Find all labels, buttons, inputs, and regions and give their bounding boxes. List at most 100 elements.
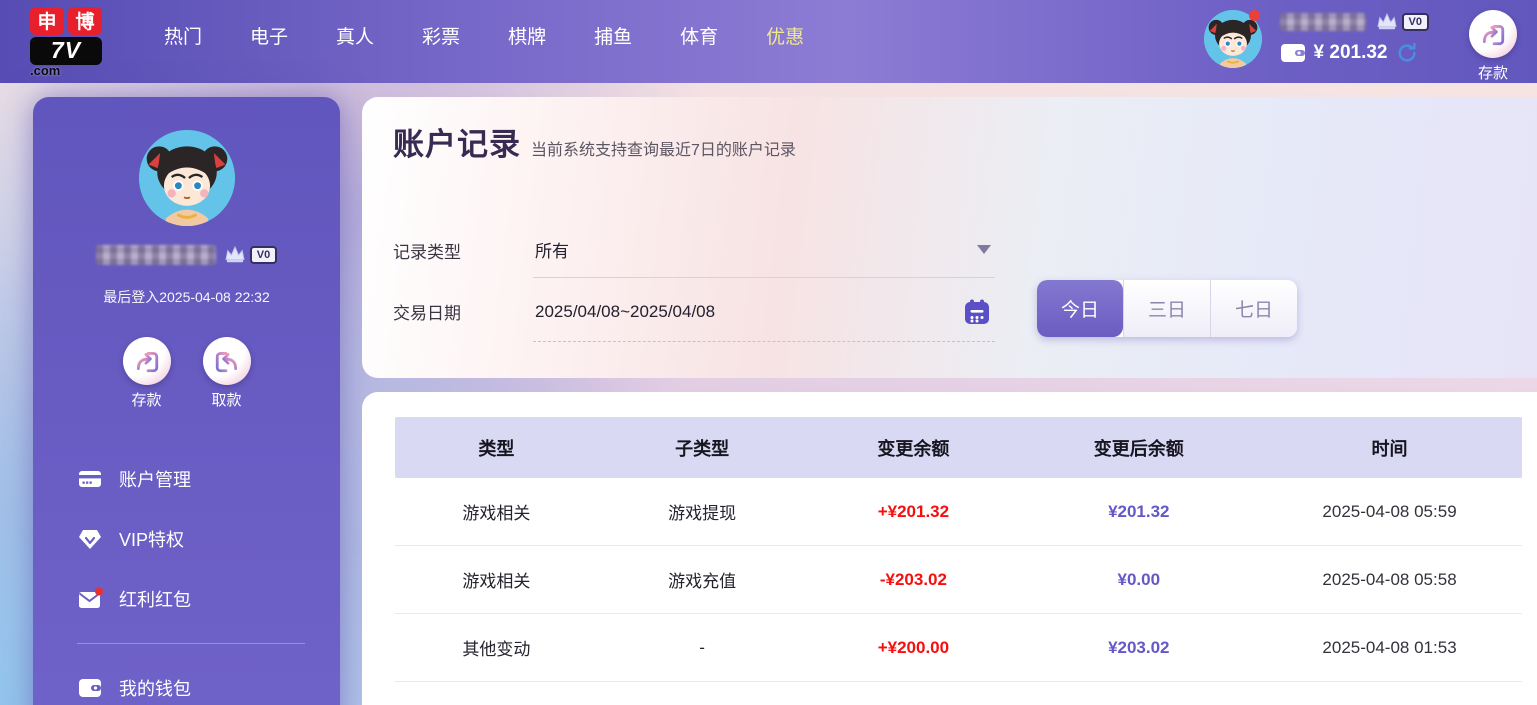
cell-subtype: 游戏提现 [668, 504, 737, 523]
records-table: 类型 子类型 变更余额 变更后余额 时间 游戏相关 游戏提现 +¥201.32 … [395, 417, 1522, 682]
range-tab-seven-days[interactable]: 七日 [1210, 280, 1297, 337]
account-records-page: 申 博 7V .com 热门 电子 真人 彩票 棋牌 捕鱼 体育 优惠 V0 ¥… [0, 0, 1537, 705]
last-login-text: 最后登入2025-04-08 22:32 [103, 289, 270, 305]
deposit-arrow-icon [1482, 25, 1505, 46]
sidebar-item-label: 我的钱包 [119, 679, 191, 699]
transaction-date-label: 交易日期 [393, 304, 461, 323]
sidebar-menu: 账户管理 VIP特权 红利红包 我的钱包 [77, 449, 305, 705]
cell-subtype: 游戏充值 [668, 572, 737, 591]
cell-change-amount: +¥201.32 [877, 501, 950, 521]
sidebar-item-label: VIP特权 [119, 530, 185, 550]
vip-level-label: V0 [1401, 13, 1429, 31]
logo-badge-shen: 申 [30, 6, 64, 35]
masked-username [1279, 13, 1366, 31]
gem-icon [77, 526, 103, 552]
main-menu: 热门 电子 真人 彩票 棋牌 捕鱼 体育 优惠 [140, 0, 828, 83]
cell-time: 2025-04-08 05:58 [1322, 569, 1457, 589]
bank-card-icon [77, 466, 103, 492]
sidebar-deposit-button[interactable]: 存款 [122, 337, 171, 410]
cell-time: 2025-04-08 05:59 [1322, 501, 1457, 521]
balance-amount: ¥ 201.32 [1313, 42, 1388, 63]
topbar-user-area: V0 ¥ 201.32 存款 [1203, 0, 1537, 83]
refresh-balance-icon[interactable] [1396, 42, 1418, 64]
logo-com: .com [30, 62, 61, 78]
masked-username [95, 245, 216, 265]
nav-item-lottery[interactable]: 彩票 [398, 0, 484, 83]
record-type-row: 记录类型 所有 [393, 229, 995, 278]
range-tab-three-days[interactable]: 三日 [1123, 280, 1210, 337]
sidebar-item-bonus-redpacket[interactable]: 红利红包 [77, 569, 305, 629]
sidebar-divider [77, 643, 305, 644]
crown-icon [1376, 13, 1397, 30]
cell-time: 2025-04-08 01:53 [1322, 637, 1457, 657]
logo-badge-bo: 博 [68, 6, 102, 35]
vip-level-label: V0 [249, 246, 278, 264]
cell-balance-after: ¥0.00 [1117, 569, 1161, 589]
col-header-balance-after: 变更后余额 [1093, 438, 1184, 459]
cell-type: 游戏相关 [462, 504, 531, 523]
wallet-icon [1280, 44, 1305, 62]
table-row: 游戏相关 游戏充值 -¥203.02 ¥0.00 2025-04-08 05:5… [395, 546, 1522, 614]
nav-item-chess[interactable]: 棋牌 [484, 0, 570, 83]
record-type-label: 记录类型 [393, 243, 461, 262]
filter-panel: 账户记录 当前系统支持查询最近7日的账户记录 记录类型 所有 交易日期 2025… [362, 97, 1537, 378]
col-header-change: 变更余额 [877, 438, 950, 459]
sidebar-user-line: V0 [33, 245, 340, 265]
nav-item-sports[interactable]: 体育 [656, 0, 742, 83]
vip-badge: V0 [222, 245, 278, 265]
nav-item-slots[interactable]: 电子 [226, 0, 312, 83]
col-header-time: 时间 [1371, 438, 1408, 459]
nav-item-fishing[interactable]: 捕鱼 [570, 0, 656, 83]
sidebar-avatar[interactable] [139, 130, 235, 226]
topbar-avatar[interactable] [1203, 10, 1262, 68]
page-title: 账户记录 [393, 127, 521, 162]
cell-change-amount: +¥200.00 [877, 637, 950, 657]
topbar-deposit-label: 存款 [1477, 65, 1508, 82]
nav-item-hot[interactable]: 热门 [140, 0, 226, 83]
sidebar-quick-actions: 存款 取款 [33, 337, 340, 410]
table-header-row: 类型 子类型 变更余额 变更后余额 时间 [395, 417, 1522, 478]
table-row: 其他变动 - +¥200.00 ¥203.02 2025-04-08 01:53 [395, 614, 1522, 682]
deposit-arrow-icon [136, 352, 158, 373]
nav-item-promo[interactable]: 优惠 [742, 0, 828, 83]
logo-badges: 申 博 [30, 6, 102, 35]
col-header-type: 类型 [478, 438, 515, 459]
sidebar-item-label: 红利红包 [119, 590, 191, 610]
vip-badge: V0 [1374, 12, 1429, 32]
records-table-panel: 类型 子类型 变更余额 变更后余额 时间 游戏相关 游戏提现 +¥201.32 … [362, 392, 1537, 705]
sidebar-item-vip-privileges[interactable]: VIP特权 [77, 509, 305, 569]
nav-item-live[interactable]: 真人 [312, 0, 398, 83]
date-range-tabs: 今日 三日 七日 [1037, 280, 1297, 337]
date-range-value: 2025/04/08~2025/04/08 [535, 302, 716, 321]
topbar-deposit-button[interactable]: 存款 [1469, 10, 1517, 83]
col-header-subtype: 子类型 [675, 438, 730, 459]
notification-dot [1248, 10, 1260, 21]
sidebar-item-label: 账户管理 [119, 470, 191, 490]
sidebar: V0 最后登入2025-04-08 22:32 存款 取款 账户管理 VIP特权… [33, 97, 340, 705]
sidebar-withdraw-label: 取款 [211, 392, 242, 409]
calendar-icon[interactable] [963, 298, 991, 326]
sidebar-item-account-management[interactable]: 账户管理 [77, 449, 305, 509]
transaction-date-row: 交易日期 2025/04/08~2025/04/08 [393, 290, 995, 342]
chevron-down-icon [977, 245, 991, 254]
record-type-value: 所有 [535, 242, 569, 261]
range-tab-today[interactable]: 今日 [1037, 280, 1123, 337]
table-row: 游戏相关 游戏提现 +¥201.32 ¥201.32 2025-04-08 05… [395, 478, 1522, 546]
cell-change-amount: -¥203.02 [879, 569, 947, 589]
date-range-input[interactable]: 2025/04/08~2025/04/08 [533, 290, 995, 342]
cell-subtype: - [699, 637, 705, 657]
record-type-select[interactable]: 所有 [533, 229, 995, 278]
cell-type: 游戏相关 [462, 572, 531, 591]
page-subtitle: 当前系统支持查询最近7日的账户记录 [531, 142, 796, 159]
withdraw-arrow-icon [215, 352, 237, 373]
top-nav: 申 博 7V .com 热门 电子 真人 彩票 棋牌 捕鱼 体育 优惠 V0 ¥… [0, 0, 1537, 83]
sidebar-withdraw-button[interactable]: 取款 [202, 337, 251, 410]
logo-7v: 7V [30, 36, 102, 65]
cell-balance-after: ¥201.32 [1108, 501, 1170, 521]
cell-balance-after: ¥203.02 [1108, 637, 1170, 657]
sidebar-item-my-wallet[interactable]: 我的钱包 [77, 658, 305, 705]
brand-logo[interactable]: 申 博 7V .com [30, 6, 112, 78]
cell-type: 其他变动 [462, 640, 531, 659]
wallet-icon [77, 675, 103, 701]
topbar-user-info: V0 ¥ 201.32 [1279, 10, 1429, 64]
